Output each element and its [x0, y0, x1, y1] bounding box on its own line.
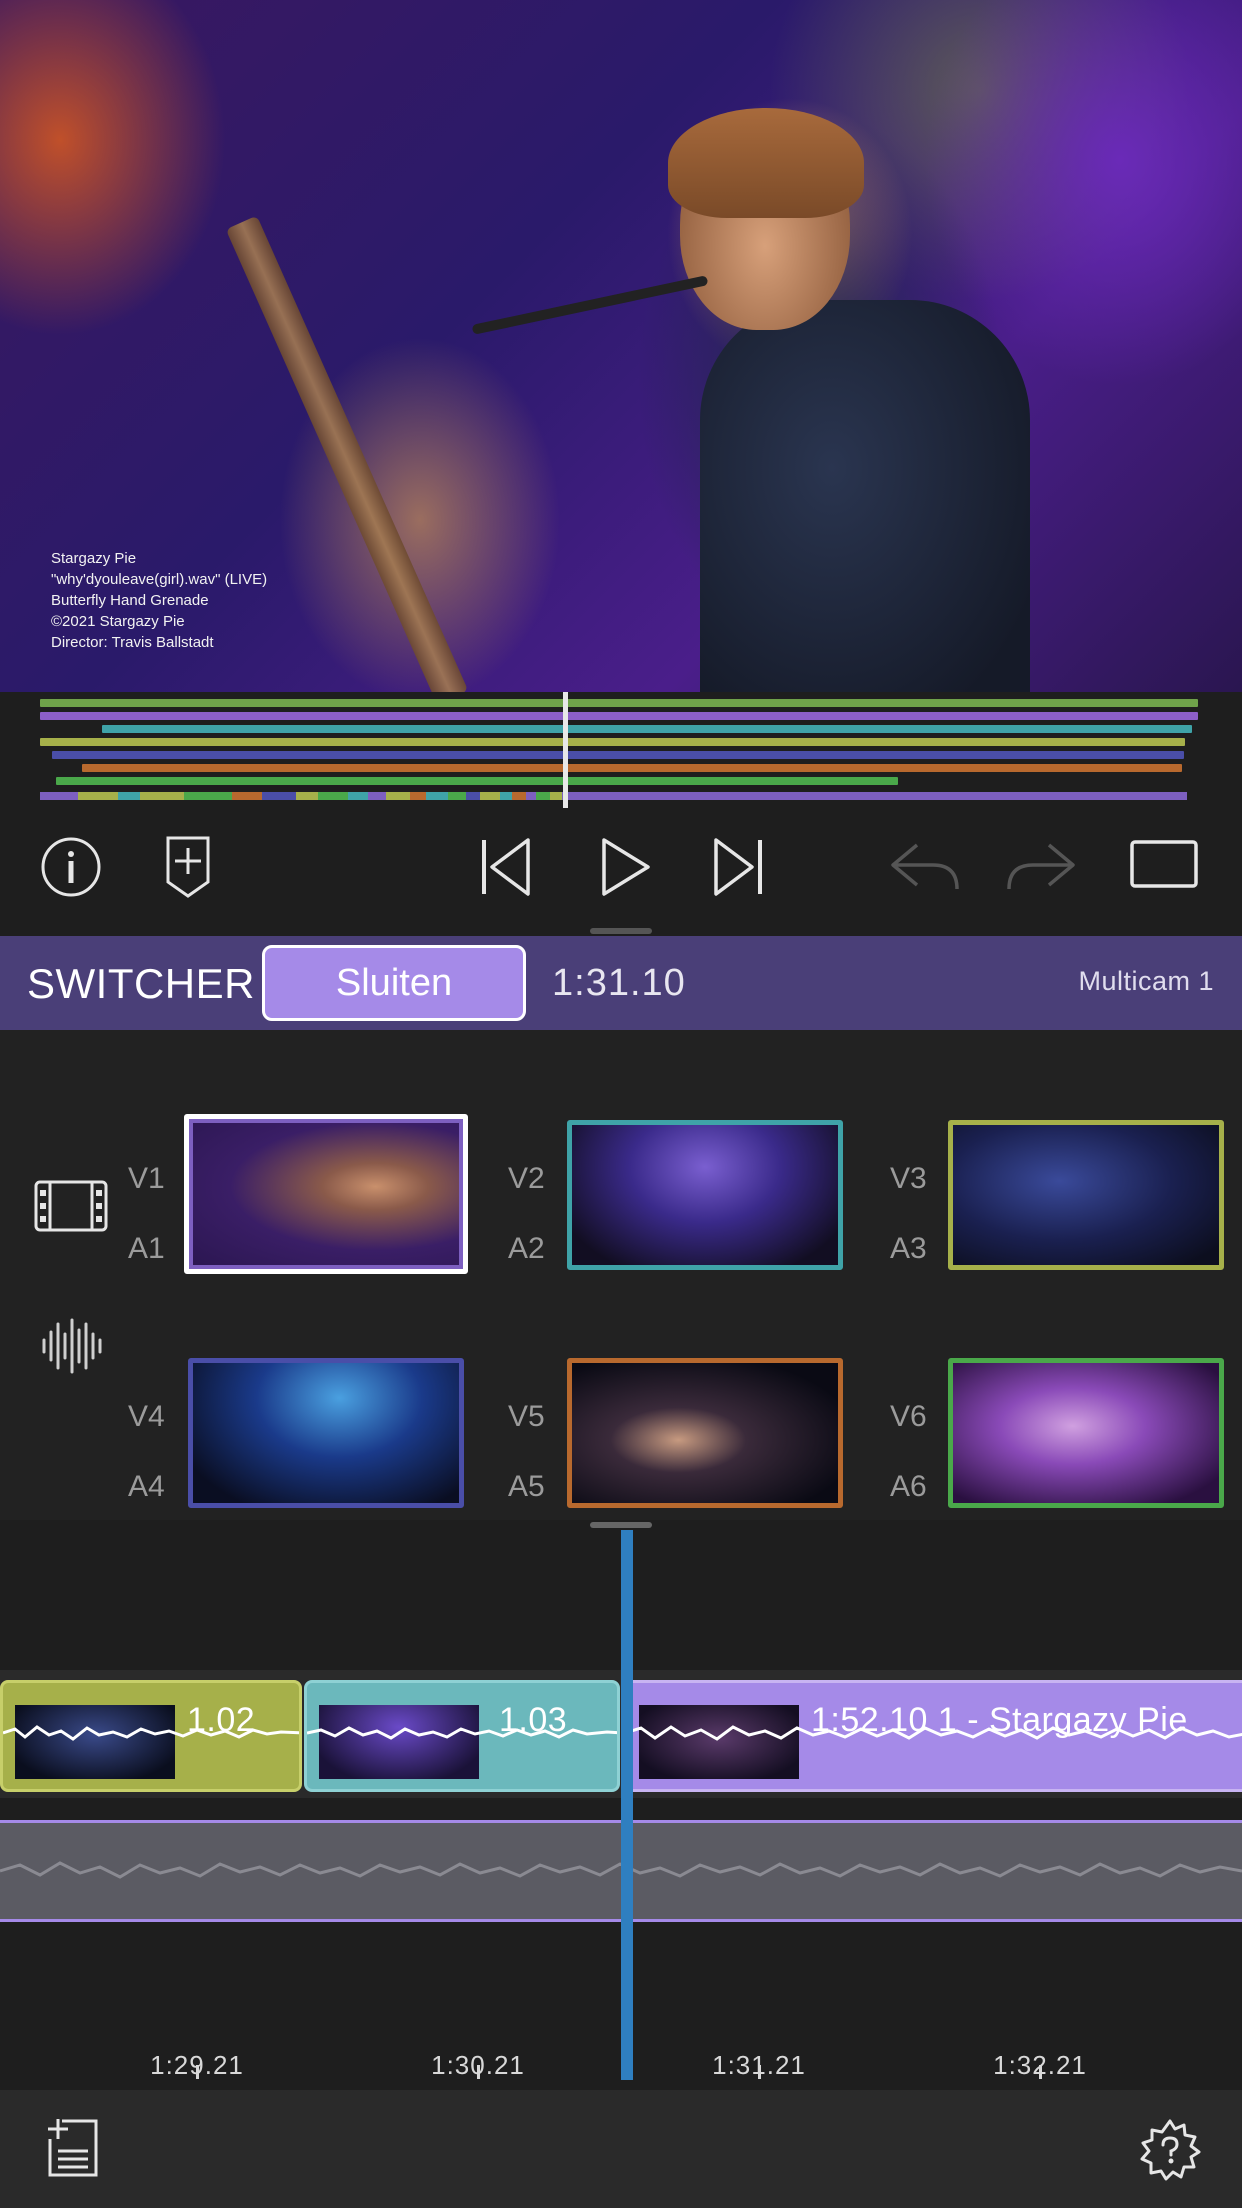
overview-lane [82, 764, 1182, 772]
close-button[interactable]: Sluiten [262, 945, 526, 1021]
skip-forward-icon[interactable] [708, 834, 768, 900]
clip-label: 1.03 [499, 1701, 568, 1739]
video-mode-icon[interactable] [34, 1180, 108, 1237]
info-icon[interactable] [38, 834, 104, 900]
angle-thumbnail[interactable] [188, 1358, 464, 1508]
overview-playhead[interactable] [563, 692, 568, 808]
angle-video-label: V6 [890, 1400, 927, 1433]
overview-lane [102, 725, 1192, 733]
ruler-tick [1039, 2065, 1042, 2079]
timeline[interactable]: 1.02 1.03 1:52.10 1 - Stargazy Pie 1:29.… [0, 1530, 1242, 2090]
timeline-clip[interactable]: 1:52.10 1 - Stargazy Pie [622, 1680, 1242, 1792]
clip-label: 1:52.10 1 - Stargazy Pie [811, 1701, 1188, 1739]
overview-lane [40, 738, 1185, 746]
bottom-toolbar [0, 2090, 1242, 2208]
angle-5[interactable]: V5 A5 [500, 1308, 860, 1518]
angle-thumbnail[interactable] [184, 1114, 468, 1274]
ruler-tick [477, 2065, 480, 2079]
undo-icon[interactable] [886, 836, 964, 896]
play-icon[interactable] [596, 834, 654, 900]
add-title-icon[interactable] [44, 2116, 104, 2180]
timeline-playhead[interactable] [621, 1530, 633, 2080]
credit-line: Stargazy Pie [51, 550, 137, 567]
video-credits-overlay: Stargazy Pie "why'dyouleave(girl).wav" (… [51, 548, 267, 653]
timeline-clip[interactable]: 1.03 [304, 1680, 620, 1792]
ruler-tick [758, 2065, 761, 2079]
angle-video-label: V4 [128, 1400, 165, 1433]
angle-video-label: V2 [508, 1162, 545, 1195]
multicam-name: Multicam 1 [1078, 966, 1214, 996]
resize-handle[interactable] [590, 1522, 652, 1528]
overview-timeline[interactable] [0, 692, 1242, 810]
angle-video-label: V5 [508, 1400, 545, 1433]
angle-audio-label: A1 [128, 1232, 165, 1265]
credit-line: Butterfly Hand Grenade [51, 592, 209, 609]
clip-label: 1.02 [187, 1701, 256, 1739]
angle-thumbnail[interactable] [948, 1120, 1224, 1270]
viewer-performer-hair [668, 108, 864, 218]
audio-mode-icon[interactable] [40, 1318, 102, 1379]
angle-video-label: V3 [890, 1162, 927, 1195]
angle-thumbnail[interactable] [567, 1120, 843, 1270]
angle-thumbnail[interactable] [948, 1358, 1224, 1508]
angle-3[interactable]: V3 A3 [882, 1070, 1242, 1280]
clip-waveform [307, 1726, 617, 1740]
overview-lane [40, 699, 1198, 707]
angle-thumbnail[interactable] [567, 1358, 843, 1508]
overview-lane [40, 712, 1198, 720]
transport-controls [0, 810, 1242, 930]
switcher-title: SWITCHER [27, 960, 255, 1007]
credit-line: Director: Travis Ballstadt [51, 634, 214, 651]
video-viewer[interactable]: Stargazy Pie "why'dyouleave(girl).wav" (… [0, 0, 1242, 692]
angle-audio-label: A3 [890, 1232, 927, 1265]
angle-audio-label: A6 [890, 1470, 927, 1503]
add-marker-icon[interactable] [160, 832, 216, 902]
angle-1[interactable]: V1 A1 [120, 1070, 480, 1280]
skip-back-icon[interactable] [476, 834, 536, 900]
overview-lane [56, 777, 898, 785]
fullscreen-icon[interactable] [1128, 836, 1200, 892]
ruler-tick [196, 2065, 199, 2079]
overview-switch-strip [40, 792, 1198, 800]
angle-2[interactable]: V2 A2 [500, 1070, 860, 1280]
angle-6[interactable]: V6 A6 [882, 1308, 1242, 1518]
angle-audio-label: A5 [508, 1470, 545, 1503]
viewer-microphone [471, 275, 709, 335]
angle-video-label: V1 [128, 1162, 165, 1195]
switcher-header: SWITCHER Sluiten 1:31.10 Multicam 1 [0, 936, 1242, 1030]
timecode-display: 1:31.10 [552, 962, 686, 1004]
viewer-performer-shirt [700, 300, 1030, 692]
clip-waveform [3, 1725, 299, 1741]
angle-grid: V1 A1 V2 A2 V3 A3 V4 A4 V5 A5 V6 A6 [0, 1030, 1242, 1520]
angle-4[interactable]: V4 A4 [120, 1308, 480, 1518]
settings-help-icon[interactable] [1136, 2116, 1204, 2184]
redo-icon[interactable] [1002, 836, 1080, 896]
timeline-clip[interactable]: 1.02 [0, 1680, 302, 1792]
resize-handle[interactable] [590, 928, 652, 934]
credit-line: "why'dyouleave(girl).wav" (LIVE) [51, 571, 268, 588]
credit-line: ©2021 Stargazy Pie [51, 613, 185, 630]
angle-audio-label: A2 [508, 1232, 545, 1265]
overview-lane [52, 751, 1184, 759]
angle-audio-label: A4 [128, 1470, 165, 1503]
